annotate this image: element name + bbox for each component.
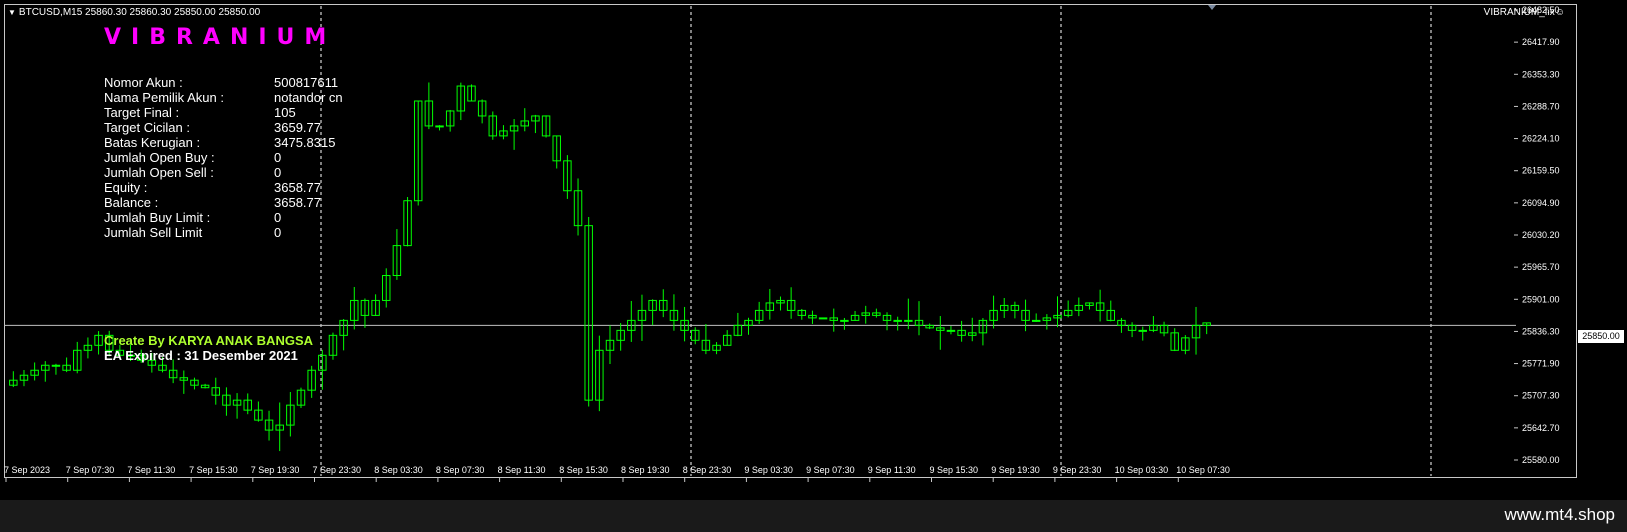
watermark: www.mt4.shop — [1504, 505, 1615, 524]
x-axis-label: 9 Sep 15:30 — [930, 465, 979, 475]
y-axis-label: 25771.90 — [1522, 359, 1560, 369]
symbol-title[interactable]: ▼ BTCUSD,M15 25860.30 25860.30 25850.00 2… — [8, 7, 260, 18]
x-axis-label: 7 Sep 23:30 — [313, 465, 362, 475]
account-info-value: 3475.8315 — [274, 135, 336, 150]
x-axis-label: 7 Sep 07:30 — [66, 465, 115, 475]
candle-body — [946, 329, 956, 332]
account-info-label: Jumlah Open Buy : — [104, 150, 215, 165]
account-info-label: Equity : — [104, 180, 148, 195]
y-axis-label: 26288.70 — [1522, 101, 1560, 111]
symbol-line: BTCUSD,M15 25860.30 25860.30 25850.00 25… — [18, 7, 261, 18]
account-info-value: notandor cn — [274, 90, 343, 105]
account-info-value: 0 — [274, 225, 282, 240]
x-axis-label: 9 Sep 11:30 — [868, 465, 916, 475]
chart-shift-marker — [1208, 5, 1216, 10]
x-axis-label: 7 Sep 19:30 — [251, 465, 300, 475]
account-info-value: 500817611 — [274, 75, 339, 90]
y-axis-label: 25965.70 — [1522, 262, 1560, 272]
credit-text: Create By KARYA ANAK BANGSA — [104, 333, 314, 348]
account-info-value: 0 — [274, 165, 282, 180]
account-info-label: Balance : — [104, 195, 159, 210]
candle-body — [893, 319, 902, 322]
candle-body — [904, 319, 913, 322]
account-info-label: Jumlah Open Sell : — [104, 165, 214, 180]
candle-body — [818, 317, 828, 320]
x-axis-label: 10 Sep 03:30 — [1115, 465, 1169, 475]
current-price-tag: 25850.00 — [1578, 330, 1624, 343]
expert-advisor-label[interactable]: VIBRANIUM_fix☺ — [1484, 7, 1565, 18]
x-axis-label: 7 Sep 2023 — [4, 465, 50, 475]
account-info-label: Jumlah Buy Limit : — [104, 210, 211, 225]
y-axis-label: 25836.30 — [1522, 326, 1560, 336]
y-axis-label: 26159.50 — [1522, 166, 1560, 176]
y-axis-label: 25580.00 — [1522, 455, 1560, 465]
account-info-label: Nama Pemilik Akun : — [104, 90, 224, 105]
y-axis-label: 26030.20 — [1522, 230, 1560, 240]
account-info-label: Jumlah Sell Limit — [104, 225, 203, 240]
account-info-value: 105 — [274, 105, 296, 120]
x-axis-label: 9 Sep 23:30 — [1053, 465, 1102, 475]
expert-name: VIBRANIUM_fix — [1483, 7, 1555, 18]
dropdown-triangle-icon[interactable]: ▼ — [8, 8, 16, 17]
account-info-value: 0 — [274, 150, 282, 165]
smiley-icon[interactable]: ☺ — [1555, 7, 1565, 18]
x-axis-label: 8 Sep 03:30 — [374, 465, 423, 475]
y-axis-label: 25642.70 — [1522, 423, 1560, 433]
account-info-value: 3658.77 — [274, 180, 321, 195]
account-info-value: 3658.77 — [274, 195, 321, 210]
x-axis-label: 8 Sep 15:30 — [559, 465, 608, 475]
y-axis-label: 25707.30 — [1522, 391, 1560, 401]
candle-body — [1031, 319, 1041, 322]
x-axis-label: 8 Sep 11:30 — [498, 465, 546, 475]
candle-body — [1138, 329, 1147, 332]
x-axis-label: 8 Sep 19:30 — [621, 465, 670, 475]
y-axis-label: 25901.00 — [1522, 294, 1560, 304]
account-info-label: Target Final : — [104, 105, 180, 120]
candle-body — [840, 319, 849, 322]
y-axis-label: 26094.90 — [1522, 198, 1560, 208]
x-axis-label: 9 Sep 07:30 — [806, 465, 855, 475]
x-axis-label: 7 Sep 11:30 — [127, 465, 175, 475]
account-info-label: Target Cicilan : — [104, 120, 190, 135]
candle-body — [435, 125, 444, 128]
chart-window[interactable]: 26482.50 26417.90 26353.30 26288.70 26224.10… — [0, 0, 1627, 500]
y-axis-label: 26417.90 — [1522, 37, 1560, 47]
x-axis-label: 8 Sep 23:30 — [683, 465, 732, 475]
account-info-value: 3659.77 — [274, 120, 321, 135]
account-info-value: 0 — [274, 210, 282, 225]
price-chart[interactable]: 26482.5026417.9026353.3026288.7026224.10… — [0, 0, 1627, 500]
x-axis-label: 7 Sep 15:30 — [189, 465, 238, 475]
y-axis-label: 26224.10 — [1522, 134, 1560, 144]
candle-body — [51, 364, 61, 367]
x-axis-label: 9 Sep 03:30 — [744, 465, 793, 475]
y-axis-label: 26353.30 — [1522, 69, 1560, 79]
x-axis-label: 10 Sep 07:30 — [1176, 465, 1230, 475]
account-info-label: Nomor Akun : — [104, 75, 183, 90]
x-axis-label: 8 Sep 07:30 — [436, 465, 485, 475]
account-info-label: Batas Kerugian : — [104, 135, 201, 150]
expiry-text: EA Expired : 31 Desember 2021 — [104, 348, 298, 363]
vibranium-logo: VIBRANIUM — [104, 25, 337, 50]
x-axis-label: 9 Sep 19:30 — [991, 465, 1040, 475]
